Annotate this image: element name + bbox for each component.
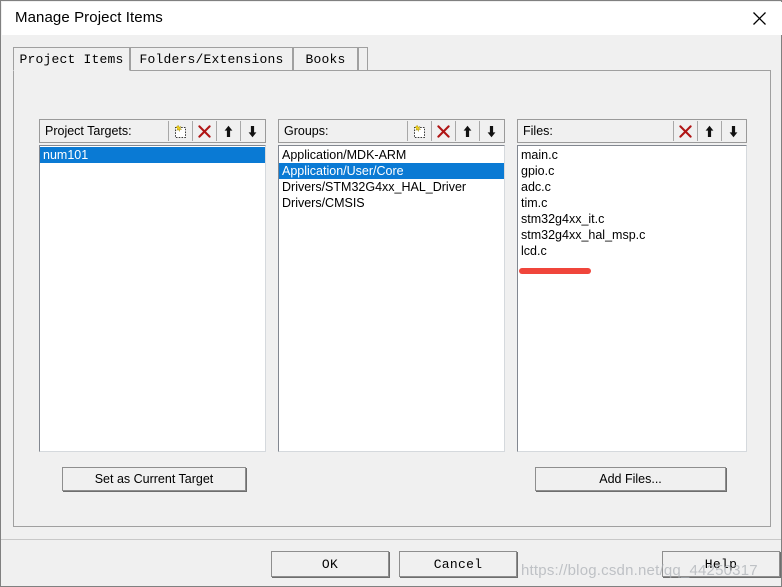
tab-label: Books xyxy=(305,51,346,67)
button-label: Add Files... xyxy=(599,472,662,486)
tab-label: Folders/Extensions xyxy=(139,51,284,67)
groups-column: Groups: Application/MDK-ARM Application/… xyxy=(278,119,505,452)
new-item-icon[interactable] xyxy=(168,121,192,141)
bottom-divider xyxy=(1,539,781,540)
project-items-panel: Project Targets: num101 Groups: Applicat… xyxy=(13,70,771,527)
cancel-button[interactable]: Cancel xyxy=(399,551,517,577)
new-item-icon[interactable] xyxy=(407,121,431,141)
list-item[interactable]: stm32g4xx_it.c xyxy=(518,211,746,227)
list-item[interactable]: Drivers/CMSIS xyxy=(279,195,504,211)
list-item[interactable]: num101 xyxy=(40,147,265,163)
close-icon[interactable] xyxy=(736,2,782,34)
list-item[interactable]: gpio.c xyxy=(518,163,746,179)
groups-list[interactable]: Application/MDK-ARM Application/User/Cor… xyxy=(278,145,505,452)
tab-project-items[interactable]: Project Items xyxy=(13,47,130,71)
manage-project-items-dialog: Manage Project Items Project Items Folde… xyxy=(0,0,782,587)
list-item[interactable]: stm32g4xx_hal_msp.c xyxy=(518,227,746,243)
move-down-icon[interactable] xyxy=(240,121,264,141)
button-label: Help xyxy=(704,556,738,572)
project-targets-toolbar xyxy=(168,121,264,141)
tab-strip: Project Items Folders/Extensions Books xyxy=(13,47,771,71)
ok-button[interactable]: OK xyxy=(271,551,389,577)
list-item[interactable]: adc.c xyxy=(518,179,746,195)
tab-label: Project Items xyxy=(19,51,124,67)
tab-strip-filler xyxy=(358,47,368,70)
files-list[interactable]: main.c gpio.c adc.c tim.c stm32g4xx_it.c… xyxy=(517,145,747,452)
move-down-icon[interactable] xyxy=(479,121,503,141)
set-as-current-target-button[interactable]: Set as Current Target xyxy=(62,467,246,491)
red-underline-annotation xyxy=(519,268,591,274)
delete-icon[interactable] xyxy=(673,121,697,141)
move-down-icon[interactable] xyxy=(721,121,745,141)
button-label: Set as Current Target xyxy=(94,472,214,486)
files-column: Files: main.c gpio.c adc.c tim.c stm32g4… xyxy=(517,119,747,452)
list-item[interactable]: Drivers/STM32G4xx_HAL_Driver xyxy=(279,179,504,195)
move-up-icon[interactable] xyxy=(216,121,240,141)
project-targets-column: Project Targets: num101 xyxy=(39,119,266,452)
files-label: Files: xyxy=(523,124,553,138)
button-label: OK xyxy=(321,556,339,572)
project-targets-list[interactable]: num101 xyxy=(39,145,266,452)
list-item[interactable]: main.c xyxy=(518,147,746,163)
project-targets-header: Project Targets: xyxy=(39,119,266,143)
tab-books[interactable]: Books xyxy=(293,47,358,70)
add-files-button[interactable]: Add Files... xyxy=(535,467,726,491)
move-up-icon[interactable] xyxy=(455,121,479,141)
list-item[interactable]: Application/User/Core xyxy=(279,163,504,179)
groups-toolbar xyxy=(407,121,503,141)
title-bar: Manage Project Items xyxy=(2,2,782,35)
help-button[interactable]: Help xyxy=(662,551,780,577)
button-label: Cancel xyxy=(433,556,483,572)
list-item[interactable]: tim.c xyxy=(518,195,746,211)
delete-icon[interactable] xyxy=(192,121,216,141)
list-item[interactable]: lcd.c xyxy=(518,243,746,259)
groups-header: Groups: xyxy=(278,119,505,143)
move-up-icon[interactable] xyxy=(697,121,721,141)
tab-folders-extensions[interactable]: Folders/Extensions xyxy=(130,47,293,70)
list-item[interactable]: Application/MDK-ARM xyxy=(279,147,504,163)
window-title: Manage Project Items xyxy=(15,9,163,26)
groups-label: Groups: xyxy=(284,124,329,138)
files-toolbar xyxy=(673,121,745,141)
delete-icon[interactable] xyxy=(431,121,455,141)
files-header: Files: xyxy=(517,119,747,143)
project-targets-label: Project Targets: xyxy=(45,124,132,138)
